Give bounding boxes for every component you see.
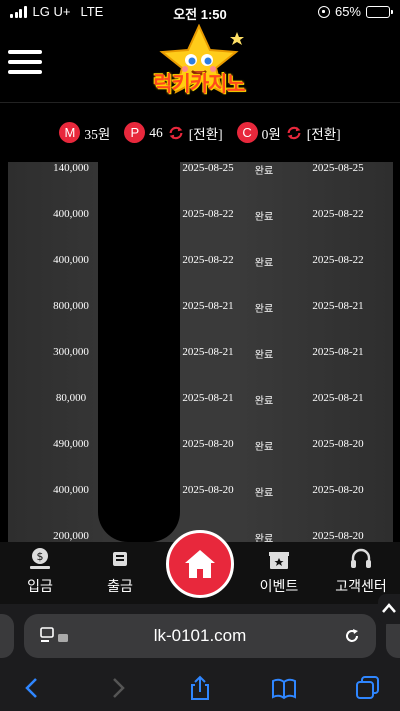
nav-withdraw-label: 출금 <box>107 579 133 595</box>
withdraw-icon <box>113 552 127 566</box>
status-cell: 완료 <box>254 350 274 361</box>
menu-icon[interactable] <box>8 50 42 74</box>
table-row: 800,000 2025-08-21 완료 2025-08-21 <box>8 300 393 320</box>
comp-convert-link[interactable]: [전환] <box>307 123 341 143</box>
redaction-bar <box>98 162 180 542</box>
browser-address-bar: lk-0101.com <box>0 594 400 664</box>
table-row: 400,000 2025-08-20 완료 2025-08-20 <box>8 484 393 504</box>
forward-icon[interactable] <box>104 674 132 702</box>
amount-cell: 80,000 <box>55 392 87 404</box>
nav-support-label: 고객센터 <box>335 579 387 595</box>
battery-icon <box>366 5 393 18</box>
request-date-cell: 2025-08-25 <box>182 162 234 174</box>
process-date-cell: 2025-08-21 <box>312 346 364 358</box>
balance-bar: M 35원 P 46 [전환] C 0원 [전환] <box>0 102 400 162</box>
point-balance: P 46 [전환] <box>124 122 223 143</box>
status-right: 65% <box>317 4 393 19</box>
status-cell: 완료 <box>254 166 274 177</box>
prev-tab-peek[interactable] <box>0 614 14 658</box>
process-date-cell: 2025-08-20 <box>312 438 364 450</box>
process-date-cell: 2025-08-20 <box>312 484 364 496</box>
status-bar: LG U+ LTE 오전 1:50 65% <box>0 0 400 24</box>
history-content: 140,000 2025-08-25 완료 2025-08-25 400,000 2025… <box>0 162 400 542</box>
request-date-cell: 2025-08-22 <box>182 254 234 266</box>
process-date-cell: 2025-08-20 <box>312 530 364 542</box>
bookmarks-icon[interactable] <box>270 674 298 702</box>
request-date-cell: 2025-08-22 <box>182 208 234 220</box>
table-row: 80,000 2025-08-21 완료 2025-08-21 <box>8 392 393 412</box>
request-date-cell: 2025-08-20 <box>182 484 234 496</box>
logo-text: 럭키카지노 <box>153 72 246 96</box>
nav-event-label: 이벤트 <box>259 579 299 595</box>
refresh-icon[interactable] <box>167 124 185 142</box>
table-row: 400,000 2025-08-22 완료 2025-08-22 <box>8 208 393 228</box>
site-header: 럭키카지노 <box>0 23 400 102</box>
process-date-cell: 2025-08-22 <box>312 208 364 220</box>
svg-text:$: $ <box>37 550 44 563</box>
status-cell: 완료 <box>254 212 274 223</box>
home-button[interactable] <box>166 530 234 598</box>
request-date-cell: 2025-08-20 <box>182 438 234 450</box>
gift-icon <box>269 552 289 569</box>
home-icon <box>185 550 215 578</box>
nav-event[interactable]: 이벤트 <box>244 546 314 596</box>
point-convert-link[interactable]: [전환] <box>189 123 223 143</box>
money-value: 35원 <box>84 126 111 142</box>
battery-percent: 65% <box>334 4 361 19</box>
request-date-cell: 2025-08-21 <box>182 346 234 358</box>
money-badge: M <box>59 122 81 143</box>
process-date-cell: 2025-08-25 <box>312 162 364 174</box>
process-date-cell: 2025-08-22 <box>312 254 364 266</box>
money-balance: M 35원 <box>59 122 110 143</box>
amount-cell: 140,000 <box>53 162 89 174</box>
table-row: 140,000 2025-08-25 완료 2025-08-25 <box>8 162 393 182</box>
request-date-cell: 2025-08-21 <box>182 392 234 404</box>
request-date-cell: 2025-08-21 <box>182 300 234 312</box>
process-date-cell: 2025-08-21 <box>312 392 364 404</box>
status-cell: 완료 <box>254 258 274 269</box>
url-text: lk-0101.com <box>153 626 247 645</box>
table-row: 300,000 2025-08-21 완료 2025-08-21 <box>8 346 393 366</box>
tabs-icon[interactable] <box>354 674 382 702</box>
history-table: 140,000 2025-08-25 완료 2025-08-25 400,000 2025… <box>8 162 393 542</box>
chevron-up-icon <box>382 603 396 613</box>
headset-icon <box>351 548 371 568</box>
comp-value: 0원 <box>261 126 281 142</box>
amount-cell: 400,000 <box>53 254 89 266</box>
nav-withdraw[interactable]: 출금 <box>85 546 155 596</box>
nav-support[interactable]: 고객센터 <box>326 546 396 596</box>
status-cell: 완료 <box>254 396 274 407</box>
status-cell: 완료 <box>254 304 274 315</box>
process-date-cell: 2025-08-21 <box>312 300 364 312</box>
back-icon[interactable] <box>18 674 46 702</box>
url-field[interactable]: lk-0101.com <box>24 614 376 658</box>
amount-cell: 400,000 <box>53 484 89 496</box>
amount-cell: 300,000 <box>53 346 89 358</box>
table-row: 490,000 2025-08-20 완료 2025-08-20 <box>8 438 393 458</box>
point-badge: P <box>124 122 146 143</box>
share-icon[interactable] <box>186 674 214 702</box>
amount-cell: 800,000 <box>53 300 89 312</box>
reload-icon[interactable] <box>342 626 362 646</box>
refresh-icon[interactable] <box>285 124 303 142</box>
browser-toolbar <box>0 664 400 711</box>
point-value: 46 <box>149 124 163 140</box>
site-logo[interactable]: 럭키카지노 <box>140 23 258 100</box>
amount-cell: 200,000 <box>53 530 89 542</box>
status-cell: 완료 <box>254 488 274 499</box>
bottom-nav: $ 입금 출금 이벤트 고객센터 <box>0 530 400 604</box>
status-cell: 완료 <box>254 534 274 542</box>
status-cell: 완료 <box>254 442 274 453</box>
amount-cell: 490,000 <box>53 438 89 450</box>
nav-deposit[interactable]: $ 입금 <box>5 546 75 596</box>
comp-balance: C 0원 [전환] <box>236 122 341 143</box>
comp-badge: C <box>236 122 258 143</box>
orientation-lock-icon <box>317 5 330 18</box>
table-row: 400,000 2025-08-22 완료 2025-08-22 <box>8 254 393 274</box>
nav-deposit-label: 입금 <box>27 579 53 595</box>
amount-cell: 400,000 <box>53 208 89 220</box>
deposit-icon: $ <box>30 548 50 569</box>
scroll-top-button[interactable] <box>378 594 400 624</box>
